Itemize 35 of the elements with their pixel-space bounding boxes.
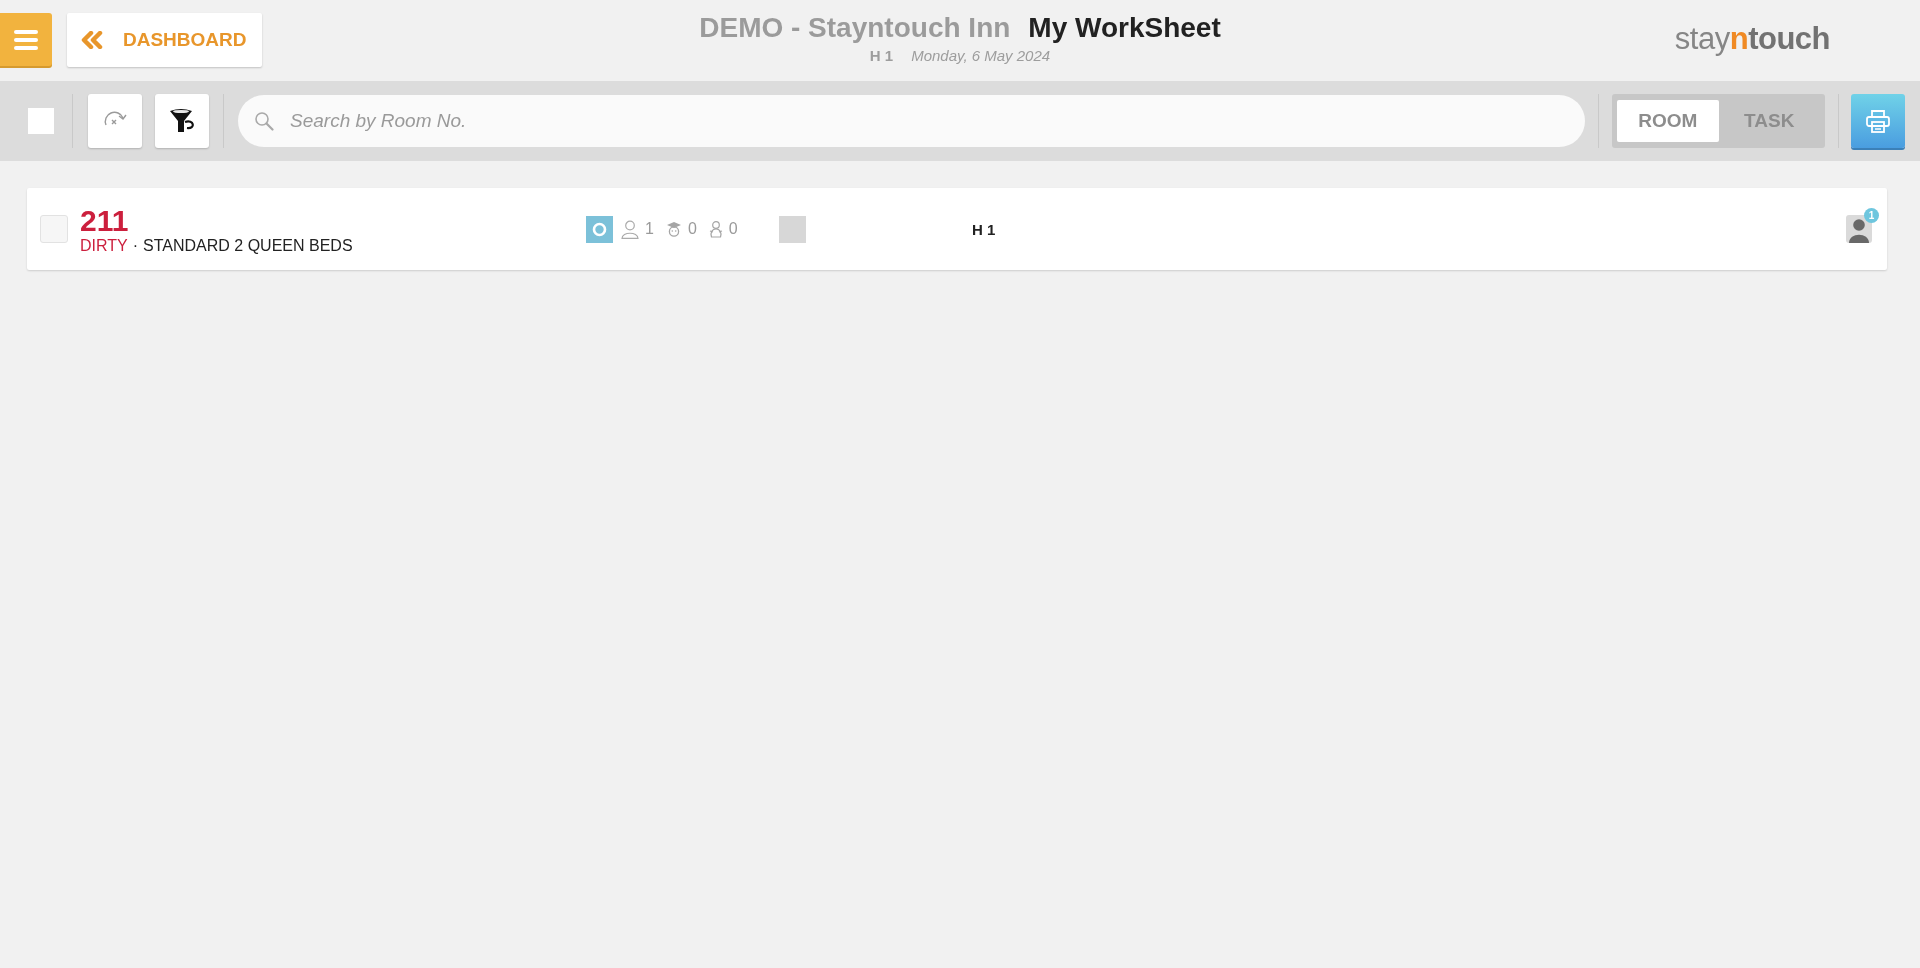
baby-icon [708,220,723,238]
printer-icon [1865,108,1891,134]
assignee-count-badge: 1 [1864,208,1879,223]
search-icon [254,111,274,131]
filter-button[interactable] [155,94,209,148]
guest-count: 1 [645,220,654,238]
select-all-checkbox[interactable] [28,108,54,134]
room-type: STANDARD 2 QUEEN BEDS [143,235,353,256]
hotel-name: DEMO - Stayntouch Inn [699,12,1011,44]
square-icon [779,215,806,243]
double-chevron-icon [81,31,103,49]
room-number: 211 [80,204,129,236]
student-icon [665,221,682,237]
menu-icon [14,29,38,50]
search-field[interactable]: Search by Room No. [238,95,1585,147]
view-tab[interactable]: ROOM [1617,100,1719,142]
person-icon [621,219,639,239]
room-status: DIRTY [80,235,128,256]
menu-button[interactable] [0,13,52,66]
guest-count: 0 [687,220,697,238]
room-checkbox[interactable] [40,215,68,243]
guest-count: 0 [728,220,738,238]
print-button[interactable] [1851,94,1905,148]
ring-tile-icon [586,215,613,243]
floor-label: H 1 [869,47,894,64]
reset-button[interactable] [88,94,142,148]
dashboard-button[interactable]: DASHBOARD [67,13,262,67]
floor-label: H 1 [972,220,996,238]
date-label: Monday, 6 May 2024 [911,47,1051,64]
filter-icon [168,107,196,135]
bullet-separator: · [132,235,139,256]
logo: stayntouch [1674,21,1830,57]
page-title: My WorkSheet [1028,12,1221,44]
view-tab[interactable]: TASK [1718,100,1820,142]
room-card[interactable]: 211 DIRTY · STANDARD 2 QUEEN BEDS 1 0 0 H 1 1 [27,188,1887,270]
